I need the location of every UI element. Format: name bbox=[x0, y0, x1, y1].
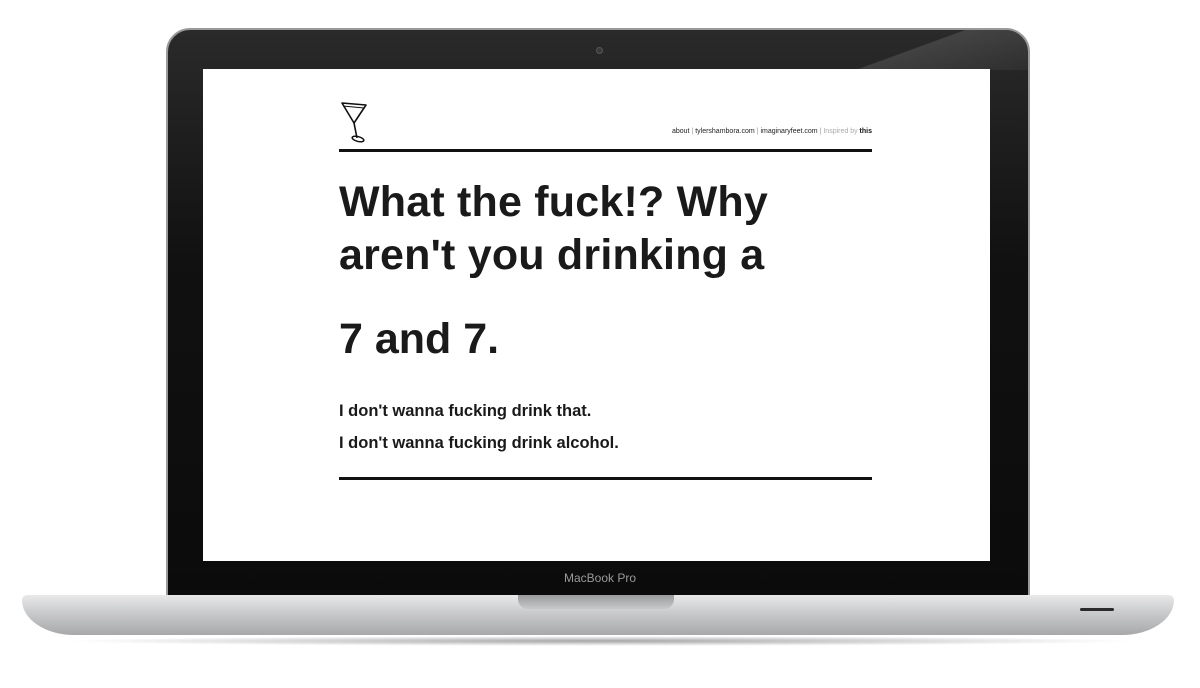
reply-links: I don't wanna fucking drink that. I don'… bbox=[339, 395, 872, 459]
nav-tylershambora-link[interactable]: tylershambora.com bbox=[695, 128, 755, 135]
camera-icon bbox=[596, 47, 603, 54]
laptop-screen: about | tylershambora.com | imaginaryfee… bbox=[203, 69, 990, 561]
laptop-base-shadow bbox=[60, 636, 1140, 646]
device-label: MacBook Pro bbox=[563, 571, 637, 585]
reply-dont-drink-alcohol-link[interactable]: I don't wanna fucking drink alcohol. bbox=[339, 427, 872, 459]
martini-glass-icon[interactable] bbox=[339, 101, 369, 145]
nav-about-link[interactable]: about bbox=[672, 128, 690, 135]
laptop-notch bbox=[518, 595, 674, 609]
sleep-indicator-icon bbox=[1080, 608, 1114, 611]
footer-divider bbox=[339, 477, 872, 480]
page-header: about | tylershambora.com | imaginaryfee… bbox=[339, 69, 872, 152]
page-content: about | tylershambora.com | imaginaryfee… bbox=[339, 69, 872, 480]
screen-glare bbox=[848, 30, 1028, 70]
nav-imaginaryfeet-link[interactable]: imaginaryfeet.com bbox=[760, 128, 817, 135]
nav-inspired-link[interactable]: this bbox=[860, 128, 872, 135]
page-headline: What the fuck!? Why aren't you drinking … bbox=[339, 178, 768, 279]
drink-name: 7 and 7. bbox=[339, 315, 500, 363]
reply-dont-drink-that-link[interactable]: I don't wanna fucking drink that. bbox=[339, 395, 872, 427]
top-nav: about | tylershambora.com | imaginaryfee… bbox=[672, 128, 872, 135]
nav-inspired-text: Inspired by bbox=[823, 128, 860, 135]
